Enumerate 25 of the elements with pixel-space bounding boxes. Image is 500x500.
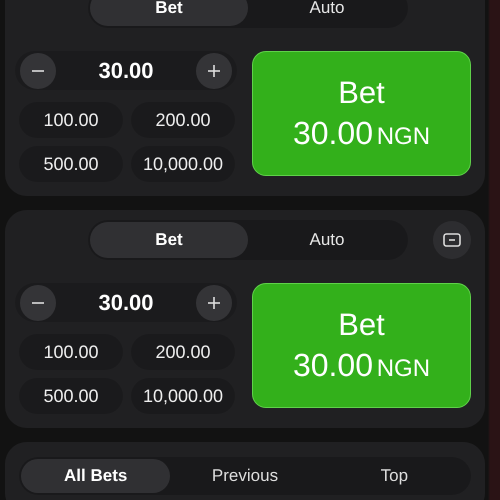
mode-tab[interactable]: Bet [90, 222, 248, 258]
bets-tab[interactable]: Previous [170, 459, 320, 493]
minus-box-icon [443, 233, 461, 247]
stake-value[interactable]: 30.00 [98, 58, 154, 84]
plus-icon [207, 64, 221, 78]
bets-tab[interactable]: All Bets [21, 459, 170, 493]
quick-amount-button[interactable]: 100.00 [19, 334, 123, 370]
plus-icon [207, 296, 221, 310]
quick-amount-button[interactable]: 200.00 [131, 334, 235, 370]
quick-amount-button[interactable]: 10,000.00 [131, 378, 235, 414]
mode-tab[interactable]: Bet [90, 0, 248, 26]
collapse-button[interactable] [433, 221, 471, 259]
minus-icon [31, 70, 45, 72]
increase-button[interactable] [196, 284, 232, 320]
quick-amount-button[interactable]: 200.00 [131, 102, 235, 138]
quick-amount-button[interactable]: 10,000.00 [131, 146, 235, 182]
stake-value[interactable]: 30.00 [98, 290, 154, 316]
mode-tab[interactable]: Auto [248, 222, 406, 258]
minus-icon [31, 302, 45, 304]
bets-tab[interactable]: Top [320, 459, 469, 493]
quick-amount-button[interactable]: 500.00 [19, 146, 123, 182]
quick-amount-button[interactable]: 100.00 [19, 102, 123, 138]
increase-button[interactable] [196, 52, 232, 88]
quick-amount-button[interactable]: 500.00 [19, 378, 123, 414]
mode-tab[interactable]: Auto [248, 0, 406, 26]
